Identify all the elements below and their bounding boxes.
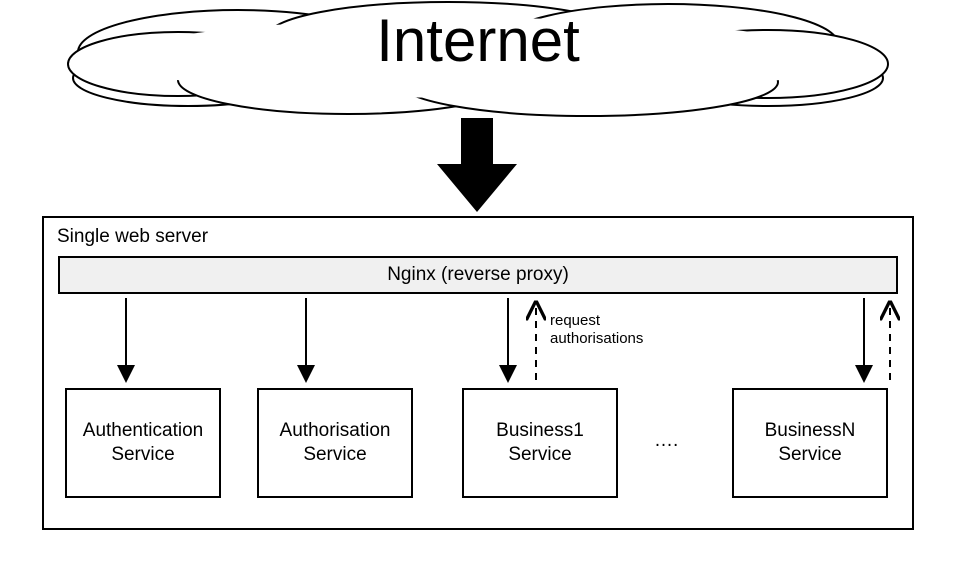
server-container: Single web server Nginx (reverse proxy) [42,216,914,530]
cloud-icon [48,0,908,118]
reverse-proxy-box: Nginx (reverse proxy) [58,256,898,294]
service-authentication: AuthenticationService [65,388,221,498]
request-label-line1: request [550,312,600,329]
service-business1: Business1Service [462,388,618,498]
service-authorisation: AuthorisationService [257,388,413,498]
big-arrow-down-icon [437,118,517,212]
service-label: Business1Service [496,419,584,467]
service-label: BusinessNService [765,419,856,467]
diagram-canvas: Internet Single web server Nginx (revers… [0,0,956,572]
service-label: AuthenticationService [83,419,203,467]
internet-cloud: Internet [48,0,908,118]
reverse-proxy-label: Nginx (reverse proxy) [387,264,569,286]
server-title: Single web server [57,226,208,248]
service-businessN: BusinessNService [732,388,888,498]
service-label: AuthorisationService [280,419,391,467]
request-label-line2: authorisations [550,330,643,347]
services-ellipsis: …. [654,430,678,452]
request-authorisations-label: request authorisations [550,312,643,348]
